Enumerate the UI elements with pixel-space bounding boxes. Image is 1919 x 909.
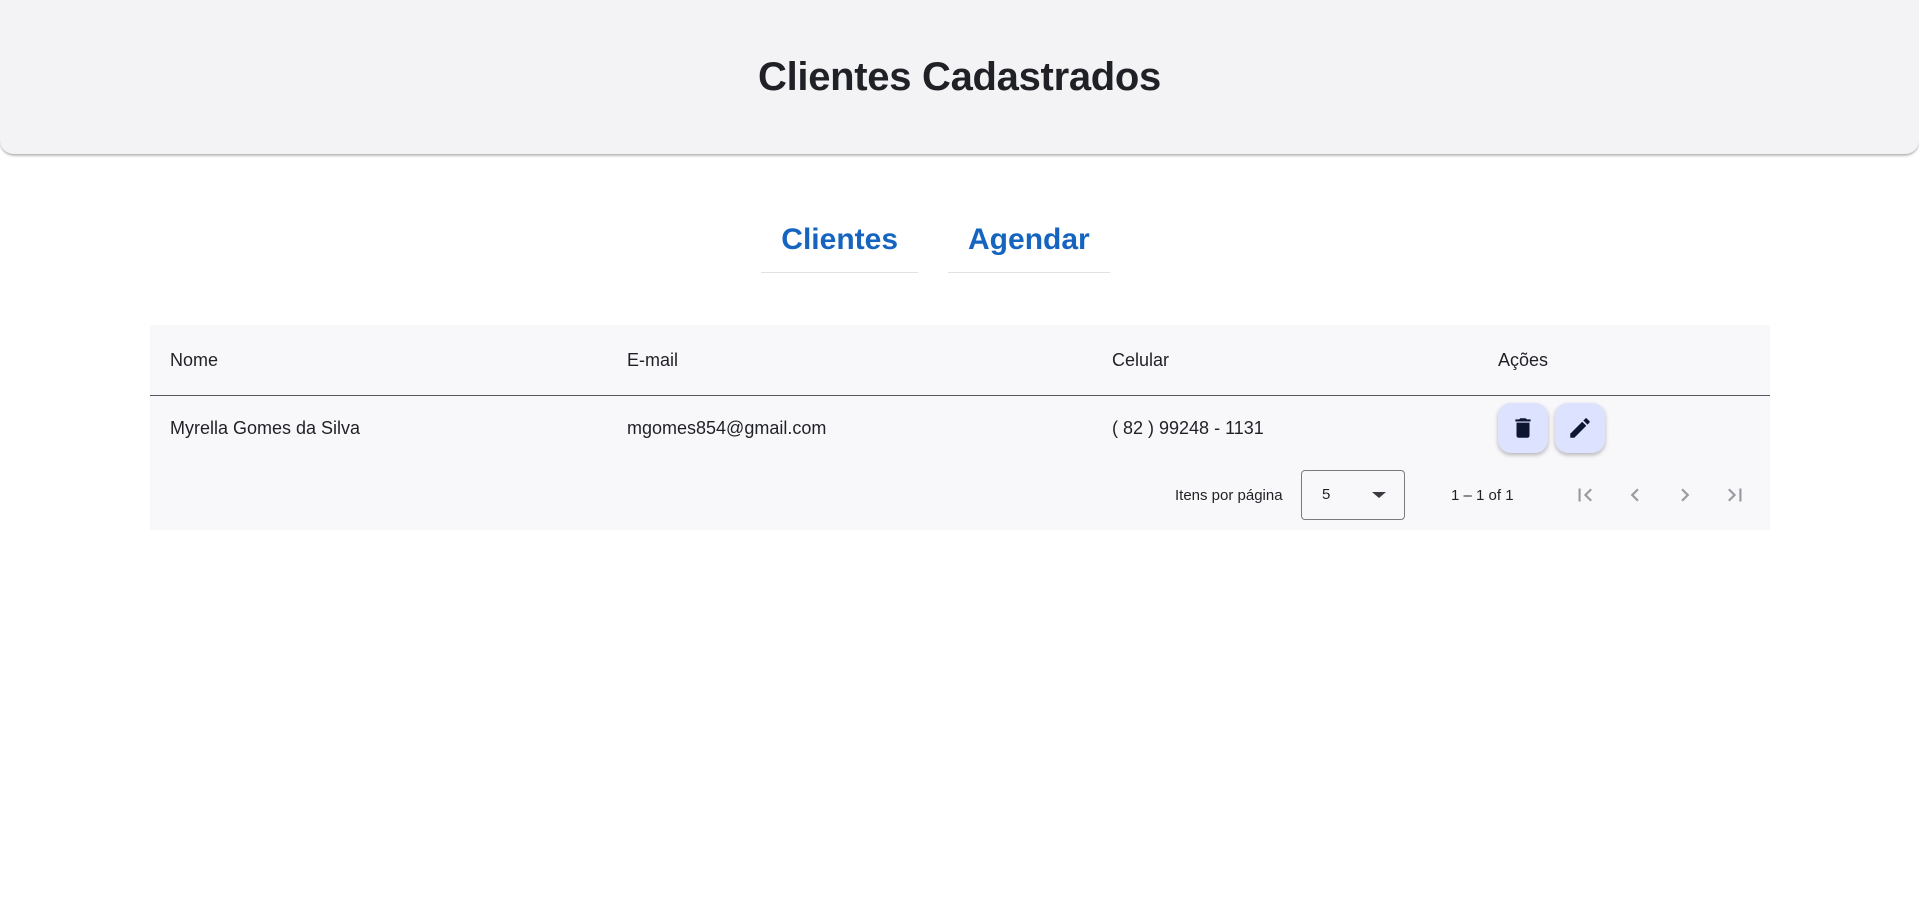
table-row: Myrella Gomes da Silva mgomes854@gmail.c…: [150, 396, 1770, 460]
chevron-down-icon: [1372, 492, 1386, 498]
nav-bar: Clientes Agendar: [0, 213, 1919, 273]
column-header-nome[interactable]: Nome: [170, 325, 218, 395]
edit-button[interactable]: [1555, 403, 1605, 453]
table-header-row: Nome E-mail Celular Ações: [150, 325, 1770, 396]
first-page-icon: [1578, 488, 1592, 502]
page-header: Clientes Cadastrados: [0, 0, 1919, 155]
page-range-label: 1 – 1 of 1: [1451, 486, 1514, 504]
paginator: Itens por página 5 1 – 1 of 1: [150, 460, 1770, 530]
cell-email: mgomes854@gmail.com: [627, 417, 827, 438]
column-header-email[interactable]: E-mail: [627, 325, 678, 395]
page-title: Clientes Cadastrados: [757, 54, 1162, 99]
cell-nome: Myrella Gomes da Silva: [170, 417, 361, 438]
last-page-icon: [1728, 488, 1742, 502]
page-size-select[interactable]: 5: [1301, 470, 1405, 520]
items-per-page-label: Itens por página: [1175, 486, 1283, 504]
first-page-button[interactable]: [1565, 475, 1605, 515]
last-page-button[interactable]: [1715, 475, 1755, 515]
next-page-button[interactable]: [1665, 475, 1705, 515]
chevron-left-icon: [1630, 488, 1639, 502]
trash-icon: [1515, 418, 1531, 438]
page-size-value: 5: [1322, 486, 1331, 503]
column-header-celular[interactable]: Celular: [1112, 325, 1169, 395]
nav-link-clientes[interactable]: Clientes: [761, 213, 919, 273]
nav-link-agendar[interactable]: Agendar: [948, 213, 1110, 273]
pencil-icon: [1570, 418, 1590, 438]
clients-table: Nome E-mail Celular Ações Myrella Gomes …: [150, 325, 1770, 530]
previous-page-button[interactable]: [1615, 475, 1655, 515]
delete-button[interactable]: [1498, 403, 1548, 453]
cell-acoes: [1498, 396, 1612, 460]
cell-celular: ( 82 ) 99248 - 1131: [1112, 417, 1264, 438]
column-header-acoes: Ações: [1498, 349, 1549, 370]
chevron-right-icon: [1681, 488, 1690, 502]
